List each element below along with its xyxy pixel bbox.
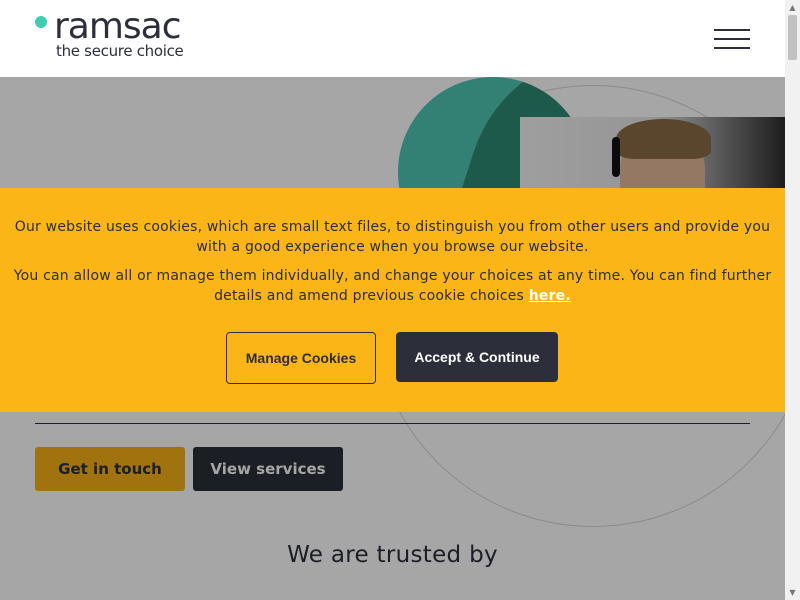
logo-tagline: the secure choice xyxy=(56,42,184,60)
site-header: ramsac the secure choice xyxy=(0,0,785,77)
cookie-text-intro: Our website uses cookies, which are smal… xyxy=(14,219,771,255)
ramsac-logo[interactable]: ramsac the secure choice xyxy=(34,6,224,65)
accept-continue-button[interactable]: Accept & Continue xyxy=(396,332,558,382)
cookie-details-text: You can allow all or manage them individ… xyxy=(13,268,772,304)
scroll-thumb[interactable] xyxy=(788,15,797,60)
cookie-text-details: You can allow all or manage them individ… xyxy=(0,266,785,306)
scroll-down-arrow-icon[interactable]: ▼ xyxy=(785,585,800,600)
cookie-banner: Our website uses cookies, which are smal… xyxy=(0,188,785,412)
hamburger-line xyxy=(714,47,750,49)
scroll-up-arrow-icon[interactable]: ▲ xyxy=(785,0,800,15)
cookie-here-link[interactable]: here. xyxy=(529,288,571,304)
hamburger-line xyxy=(714,38,750,40)
vertical-scrollbar[interactable]: ▲ ▼ xyxy=(785,0,800,600)
logo-dot-icon xyxy=(35,16,47,28)
hamburger-line xyxy=(714,29,750,31)
manage-cookies-button[interactable]: Manage Cookies xyxy=(226,332,376,384)
hamburger-menu-icon[interactable] xyxy=(714,28,750,50)
